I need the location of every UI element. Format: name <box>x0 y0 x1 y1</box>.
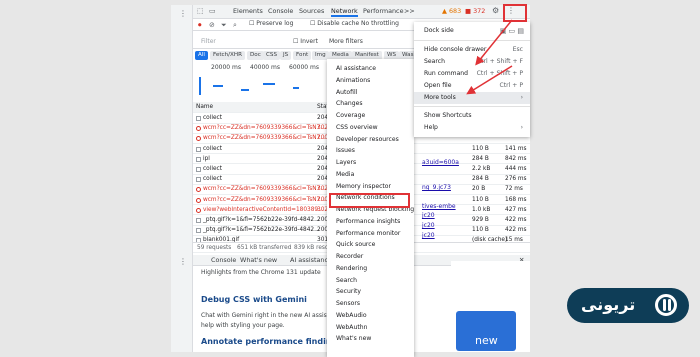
brand-logo-text: تریونی <box>581 295 636 314</box>
arrow-to-more-tools <box>466 65 513 95</box>
brand-logo: تریونی <box>567 288 689 323</box>
screenshot-frame: ⋮ ⋮ ⬚ ▭ Elements Console Sources Network… <box>0 0 700 357</box>
arrow-to-menu <box>475 19 513 66</box>
brand-mark-icon <box>655 294 677 316</box>
